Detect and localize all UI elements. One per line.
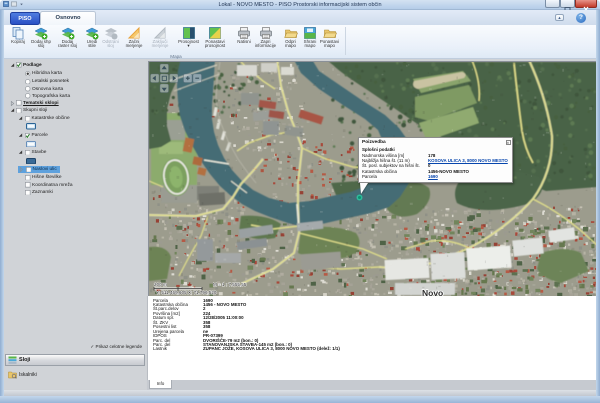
svg-text:M = 1 : 7.555,55: M = 1 : 7.555,55 (213, 282, 247, 287)
svg-text:200 m: 200 m (154, 282, 167, 287)
svg-text:Y: 511.469,605 X: 71.796,520: Y: 511.469,605 X: 71.796,520 (156, 290, 217, 295)
